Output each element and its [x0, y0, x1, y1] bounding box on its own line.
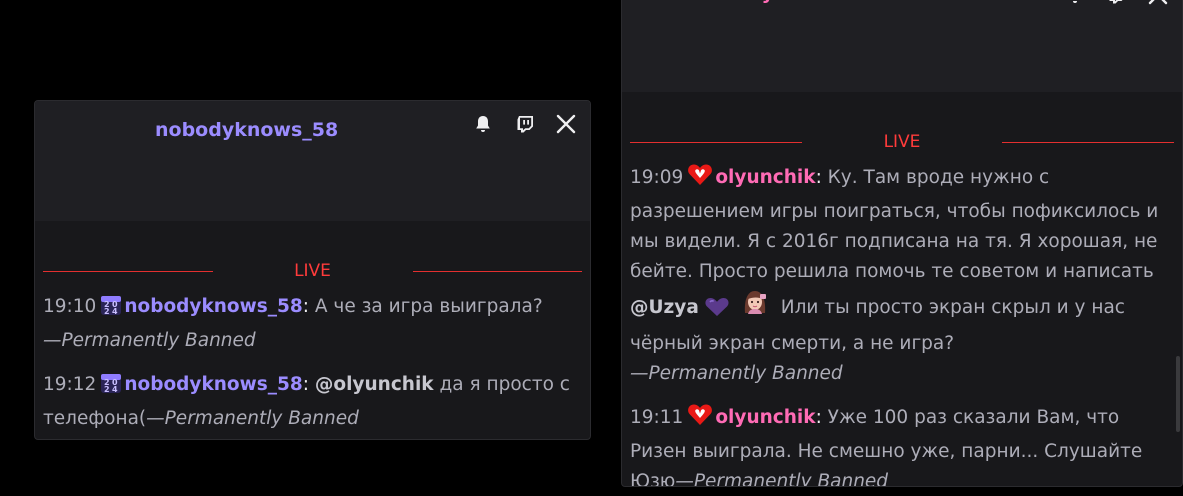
user-card-olyunchik: olyunchik [621, 0, 1183, 487]
ban-notice: —Permanently Banned [630, 363, 843, 384]
chat-username[interactable]: olyunchik [715, 407, 815, 428]
live-label: LIVE [294, 261, 331, 281]
svg-text:4: 4 [112, 385, 118, 394]
user-card-nobodyknows: nobodyknows_58 LIVE 19:10 2 0 2 4 nobody… [34, 100, 591, 440]
scrollbar-thumb[interactable] [1176, 356, 1180, 432]
close-icon[interactable] [552, 110, 580, 138]
heart-badge[interactable] [687, 163, 713, 197]
svg-text:2: 2 [104, 307, 110, 316]
message-time: 19:12 [43, 374, 97, 395]
live-divider: LIVE [630, 132, 1174, 152]
card-header-actions [469, 110, 580, 138]
card-username[interactable]: nobodyknows_58 [155, 119, 338, 141]
ban-notice: —Permanently Banned [675, 471, 889, 487]
card-header: olyunchik [622, 0, 1182, 92]
live-line-right [1002, 141, 1174, 143]
message-time: 19:09 [630, 167, 684, 188]
message-colon: : [302, 374, 309, 395]
chat-message: 19:11 olyunchik: Уже 100 раз сказали Вам,… [630, 403, 1170, 487]
chat-messages: 19:09 olyunchik: Ку. Там вроде нужно с ра… [630, 163, 1170, 487]
chat-messages: 19:10 2 0 2 4 nobodyknows_58: А че за игра вы… [43, 292, 582, 434]
svg-text:2: 2 [104, 385, 110, 394]
card-username[interactable]: olyunchik [742, 0, 845, 4]
heart-badge[interactable] [687, 403, 713, 437]
chat-message: 19:09 olyunchik: Ку. Там вроде нужно с ра… [630, 163, 1170, 389]
chat-username[interactable]: nobodyknows_58 [124, 296, 302, 317]
chat-message: 19:10 2 0 2 4 nobodyknows_58: А че за игра вы… [43, 292, 582, 356]
message-time: 19:11 [630, 407, 684, 428]
mention[interactable]: @Uzya [630, 297, 699, 318]
purple-heart-emote[interactable] [703, 295, 731, 329]
chat-username[interactable]: olyunchik [715, 167, 815, 188]
ban-notice: —Permanently Banned [43, 330, 256, 351]
bell-icon[interactable] [469, 110, 497, 138]
card-header: nobodyknows_58 [35, 101, 590, 221]
message-time: 19:10 [43, 296, 97, 317]
calendar-2024-badge[interactable]: 2024 [100, 294, 122, 326]
live-divider: LIVE [43, 261, 582, 281]
live-label: LIVE [883, 132, 921, 152]
twitch-icon[interactable] [1103, 0, 1131, 9]
mention[interactable]: @olyunchik [315, 374, 434, 395]
chat-message: 19:12 2 0 2 4 nobodyknows_58: @olyunchik да я… [43, 370, 582, 434]
live-line-left [630, 141, 802, 143]
close-icon[interactable] [1144, 0, 1172, 9]
calendar-2024-badge[interactable]: 2024 [100, 372, 122, 404]
bell-icon[interactable] [1061, 0, 1089, 9]
live-line-right [412, 270, 582, 272]
ban-notice: —Permanently Banned [146, 408, 359, 429]
chat-username[interactable]: nobodyknows_58 [124, 374, 302, 395]
card-header-actions [1061, 0, 1172, 9]
live-line-left [43, 270, 213, 272]
girl-avatar-emote[interactable] [739, 287, 771, 329]
twitch-icon[interactable] [511, 110, 539, 138]
message-text: А че за игра выиграла? [308, 296, 543, 317]
svg-text:4: 4 [112, 307, 118, 316]
